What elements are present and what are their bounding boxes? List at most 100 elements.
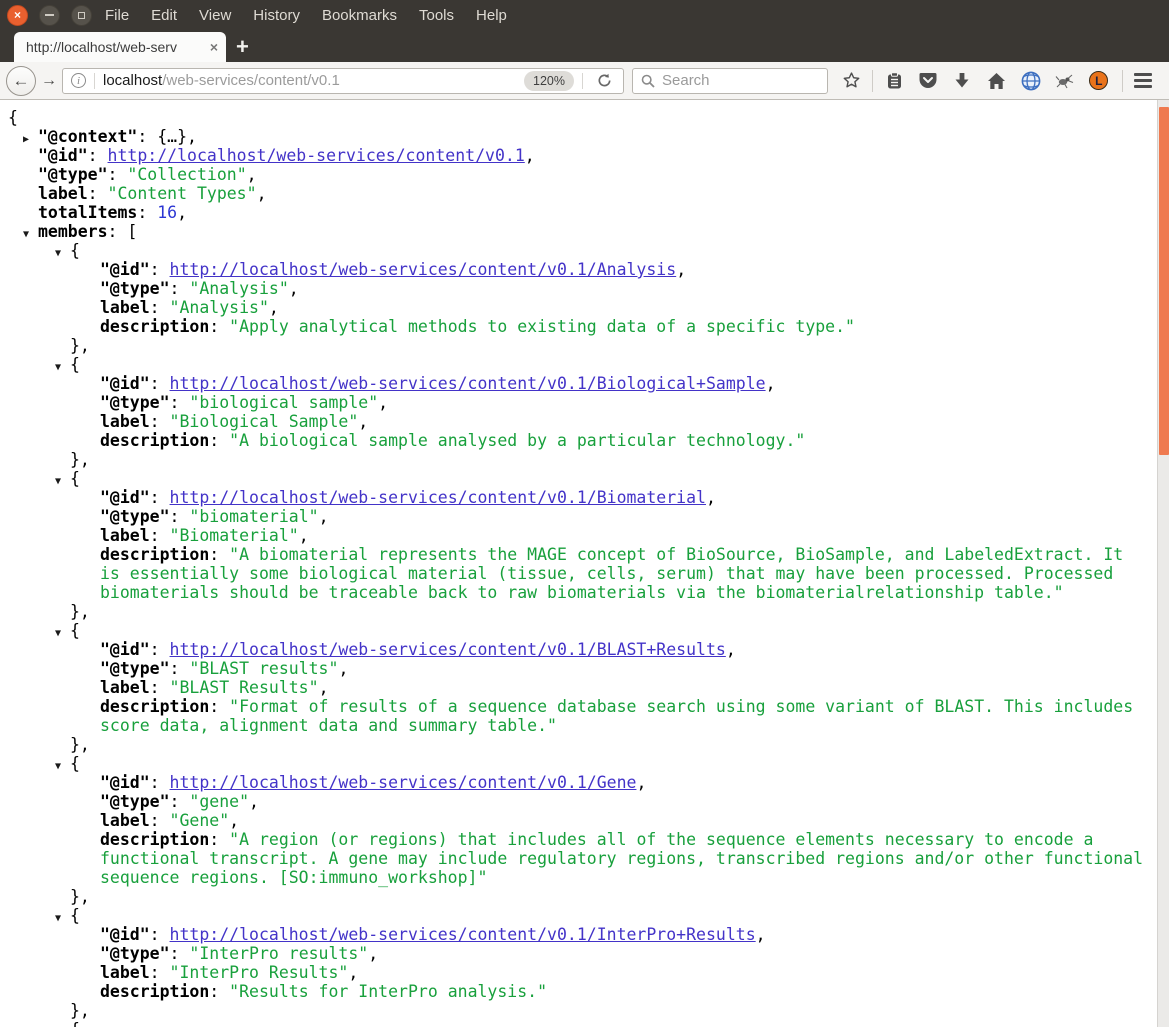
scrollbar[interactable]: [1157, 100, 1169, 1027]
json-punctuation: {: [8, 108, 18, 127]
menu-item-file[interactable]: File: [105, 7, 129, 24]
scrollbar-thumb[interactable]: [1159, 107, 1169, 455]
clipboard-icon[interactable]: [881, 68, 907, 94]
menu-item-edit[interactable]: Edit: [151, 7, 177, 24]
menu-item-bookmarks[interactable]: Bookmarks: [322, 7, 397, 24]
url-path: /web-services/content/v0.1: [162, 72, 340, 89]
tab-close-icon[interactable]: ×: [210, 40, 218, 54]
json-punctuation: ,: [338, 659, 349, 678]
json-row: description: "Apply analytical methods t…: [0, 317, 1147, 336]
json-string-value: "A region (or regions) that includes all…: [100, 830, 1144, 887]
zoom-level-badge[interactable]: 120%: [524, 70, 574, 91]
json-row: ▼{: [0, 621, 1147, 640]
json-row: label: "Analysis",: [0, 298, 1147, 317]
json-link[interactable]: http://localhost/web-services/content/v0…: [170, 260, 677, 279]
json-punctuation: :: [209, 317, 230, 336]
json-punctuation: :: [149, 811, 170, 830]
menu-hamburger-icon[interactable]: [1123, 68, 1163, 94]
json-row: {: [0, 108, 1147, 127]
globe-icon[interactable]: [1018, 68, 1044, 94]
pocket-icon[interactable]: [915, 68, 941, 94]
json-link[interactable]: http://localhost/web-services/content/v0…: [108, 146, 525, 165]
json-string-value: "gene": [189, 792, 250, 811]
search-input[interactable]: [662, 72, 802, 89]
json-string-value: "InterPro Results": [169, 963, 349, 982]
json-string-value: "Biological Sample": [169, 412, 359, 431]
divider: [582, 72, 583, 89]
divider: [872, 69, 874, 92]
json-link[interactable]: http://localhost/web-services/content/v0…: [170, 925, 756, 944]
menu-item-view[interactable]: View: [199, 7, 231, 24]
json-punctuation: :: [209, 697, 230, 716]
json-link[interactable]: http://localhost/web-services/content/v0…: [170, 640, 726, 659]
json-punctuation: :: [149, 412, 170, 431]
menu-item-help[interactable]: Help: [476, 7, 507, 24]
json-key: "@id": [100, 260, 150, 279]
url-host: localhost: [103, 72, 163, 89]
json-punctuation: ,: [368, 944, 379, 963]
json-row: },: [0, 602, 1147, 621]
json-row: "@id": http://localhost/web-services/con…: [0, 925, 1147, 944]
json-punctuation: ,: [378, 393, 389, 412]
json-string-value: "Results for InterPro analysis.": [229, 982, 548, 1001]
forward-button[interactable]: →: [36, 72, 62, 90]
json-punctuation: :: [149, 963, 170, 982]
menu-item-history[interactable]: History: [253, 7, 300, 24]
json-punctuation: },: [70, 887, 90, 906]
json-punctuation: },: [70, 450, 90, 469]
json-punctuation: :: [169, 792, 190, 811]
json-punctuation: {: [70, 906, 80, 925]
json-key: description: [100, 982, 210, 1001]
json-row: ▼{: [0, 355, 1147, 374]
json-key: description: [100, 830, 210, 849]
json-punctuation: ,: [249, 792, 259, 811]
home-icon[interactable]: [984, 68, 1010, 94]
divider: [94, 72, 95, 89]
search-bar[interactable]: [632, 67, 828, 94]
json-row: ▼{: [0, 1020, 1147, 1027]
json-punctuation: :: [149, 374, 170, 393]
json-punctuation: :: [149, 526, 170, 545]
json-punctuation: :: [107, 165, 128, 184]
url-text[interactable]: localhost/web-services/content/v0.1: [103, 72, 524, 89]
json-punctuation: ,: [288, 279, 299, 298]
window-minimize-icon[interactable]: [39, 4, 60, 26]
json-punctuation: },: [70, 1001, 90, 1020]
collapse-arrow-icon[interactable]: ▼: [55, 1023, 61, 1027]
json-row: "@type": "Collection",: [0, 165, 1147, 184]
browser-tab[interactable]: http://localhost/web-serv ×: [14, 32, 226, 62]
lastpass-extension-icon[interactable]: L: [1086, 68, 1112, 94]
extension-icon[interactable]: [1052, 68, 1078, 94]
json-link[interactable]: http://localhost/web-services/content/v0…: [170, 773, 637, 792]
new-tab-button[interactable]: +: [236, 36, 249, 58]
json-row: "@id": http://localhost/web-services/con…: [0, 488, 1147, 507]
json-key: "@type": [38, 165, 108, 184]
json-punctuation: :: [87, 184, 108, 203]
back-button[interactable]: ←: [6, 65, 36, 96]
bookmark-star-icon[interactable]: [838, 68, 864, 94]
json-link[interactable]: http://localhost/web-services/content/v0…: [170, 374, 766, 393]
url-bar[interactable]: i localhost/web-services/content/v0.1 12…: [62, 67, 624, 94]
json-key: label: [100, 412, 150, 431]
json-punctuation: ,: [765, 374, 776, 393]
window-maximize-icon[interactable]: [71, 4, 92, 26]
json-row: description: "A biomaterial represents t…: [0, 545, 1147, 602]
json-string-value: "Apply analytical methods to existing da…: [229, 317, 855, 336]
window-close-icon[interactable]: ×: [7, 4, 28, 26]
json-row: },: [0, 450, 1147, 469]
menu-item-tools[interactable]: Tools: [419, 7, 454, 24]
json-key: label: [100, 298, 150, 317]
reload-icon[interactable]: [591, 68, 617, 94]
json-row: ▼{: [0, 906, 1147, 925]
toolbar-icons: L: [828, 68, 1122, 94]
site-info-icon[interactable]: i: [71, 73, 86, 88]
window-controls: ×: [0, 4, 105, 26]
json-string-value: "Format of results of a sequence databas…: [100, 697, 1134, 735]
json-key: description: [100, 545, 210, 564]
download-icon[interactable]: [949, 68, 975, 94]
json-link[interactable]: http://localhost/web-services/content/v0…: [170, 488, 706, 507]
json-row: "@id": http://localhost/web-services/con…: [0, 773, 1147, 792]
json-row: },: [0, 1001, 1147, 1020]
json-row: ▼{: [0, 754, 1147, 773]
json-string-value: "Content Types": [107, 184, 257, 203]
